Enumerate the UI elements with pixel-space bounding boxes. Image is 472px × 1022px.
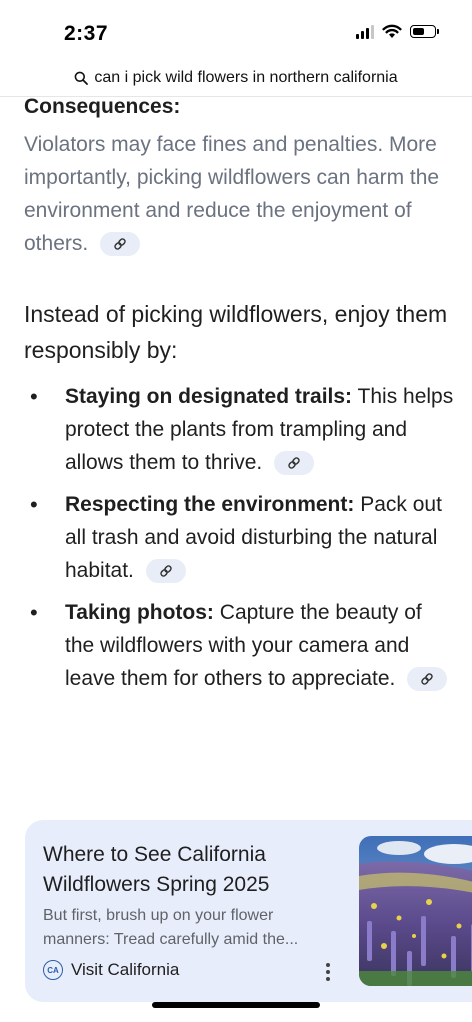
source-name: Visit California bbox=[71, 960, 180, 979]
source-logo-icon: CA bbox=[43, 960, 63, 980]
card-snippet: But first, brush up on your flower manne… bbox=[43, 907, 299, 948]
home-indicator[interactable] bbox=[152, 1002, 320, 1008]
wildflowers-image bbox=[359, 836, 472, 986]
ai-answer: Consequences: Violators may face fines a… bbox=[24, 94, 454, 704]
wildflowers-thumbnail[interactable] bbox=[359, 836, 472, 986]
source-card[interactable]: Where to See California Wildflowers Spri… bbox=[25, 820, 472, 1002]
search-bar[interactable]: can i pick wild flowers in northern cali… bbox=[0, 60, 472, 97]
list-item: Respecting the environment: Pack out all… bbox=[24, 488, 454, 587]
list-item: Staying on designated trails: This helps… bbox=[24, 380, 454, 479]
source-link-button[interactable] bbox=[274, 451, 315, 476]
wifi-icon bbox=[382, 24, 402, 38]
status-icons bbox=[356, 24, 439, 39]
card-source[interactable]: CA Visit California bbox=[43, 960, 179, 980]
search-icon bbox=[74, 71, 89, 85]
search-query: can i pick wild flowers in northern cali… bbox=[94, 69, 398, 86]
source-link-button[interactable] bbox=[100, 232, 141, 257]
source-link-button[interactable] bbox=[145, 559, 186, 584]
link-icon bbox=[160, 565, 172, 578]
tip-title: Staying on designated trails: bbox=[65, 385, 353, 408]
tips-list: Staying on designated trails: This helps… bbox=[24, 380, 454, 695]
tip-title: Taking photos: bbox=[65, 601, 214, 624]
link-icon bbox=[288, 457, 300, 470]
source-link-button[interactable] bbox=[407, 667, 448, 692]
list-item: Taking photos: Capture the beauty of the… bbox=[24, 596, 454, 695]
status-bar: 2:37 bbox=[0, 0, 472, 60]
cellular-signal-icon bbox=[356, 24, 374, 39]
battery-icon bbox=[410, 25, 439, 38]
consequences-text: Violators may face fines and penalties. … bbox=[24, 133, 440, 255]
more-vert-icon[interactable] bbox=[321, 960, 335, 984]
consequences-paragraph: Violators may face fines and penalties. … bbox=[24, 128, 454, 260]
link-icon bbox=[421, 673, 433, 686]
status-time: 2:37 bbox=[64, 22, 109, 45]
consequences-title: Consequences: bbox=[24, 95, 181, 118]
card-title[interactable]: Where to See California Wildflowers Spri… bbox=[43, 840, 333, 900]
link-icon bbox=[114, 238, 126, 251]
section-heading: Instead of picking wildflowers, enjoy th… bbox=[24, 301, 448, 363]
tip-title: Respecting the environment: bbox=[65, 493, 355, 516]
